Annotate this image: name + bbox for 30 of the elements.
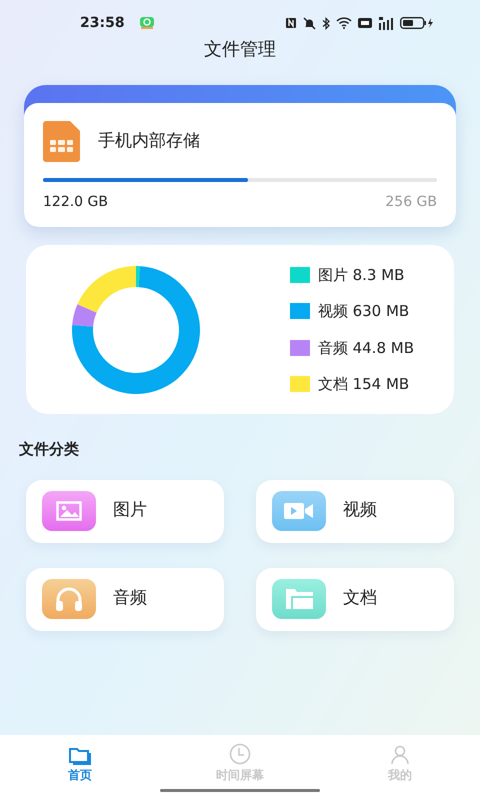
status-time: 23:58 [80, 14, 125, 32]
signal-icon [378, 16, 394, 30]
legend-label: 音频 44.8 MB [318, 338, 414, 358]
wifi-icon [336, 17, 352, 29]
category-button[interactable]: 音频 [26, 568, 224, 630]
category-button[interactable]: 视频 [256, 480, 454, 542]
total-space: 256 GB [385, 193, 437, 212]
headphones-icon [42, 579, 96, 619]
battery-charging-icon [400, 17, 434, 29]
category-button[interactable]: 图片 [26, 480, 224, 542]
folder-icon [272, 579, 326, 619]
used-space: 122.0 GB [43, 193, 108, 212]
legend-label: 视频 630 MB [318, 301, 410, 322]
hd-icon [358, 18, 372, 28]
image-icon [42, 491, 96, 531]
app-notification-icon [138, 16, 155, 30]
video-camera-icon [272, 491, 326, 531]
section-title: 文件分类 [19, 439, 79, 460]
legend-label: 图片 8.3 MB [318, 264, 404, 286]
person-icon [390, 743, 410, 765]
page-title: 文件管理 [203, 38, 277, 62]
category-button[interactable]: 文档 [256, 568, 454, 630]
bell-muted-icon [303, 16, 316, 30]
tab[interactable]: 首页 [0, 735, 160, 800]
legend-label: 文档 154 MB [318, 374, 410, 395]
home-indicator[interactable] [160, 789, 320, 792]
sd-card-icon [43, 121, 80, 162]
nfc-icon [285, 17, 297, 29]
storage-name: 手机内部存储 [98, 130, 200, 153]
bluetooth-icon [322, 16, 330, 30]
